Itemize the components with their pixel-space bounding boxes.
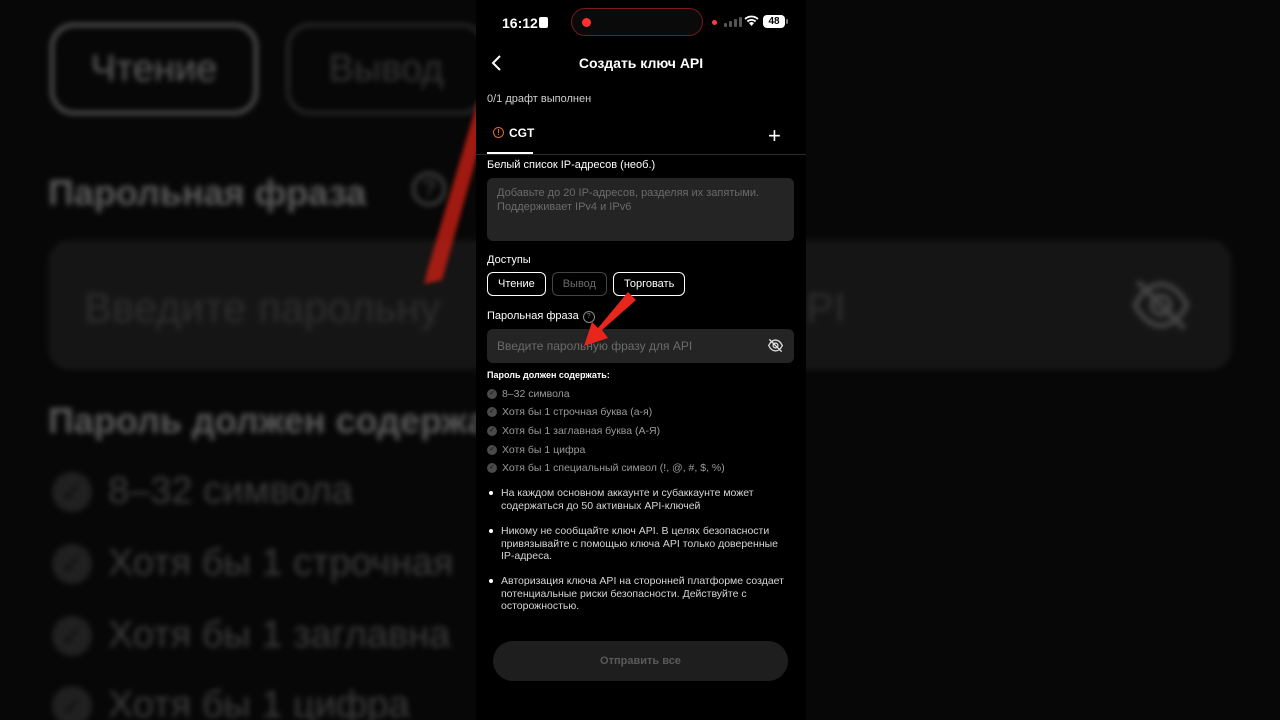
requirement-item: ✓ 8–32 символа: [487, 388, 570, 400]
bg-withdraw-button: Вывод: [286, 23, 486, 115]
bg-req-item: Хотя бы 1 заглавна: [108, 614, 451, 656]
note-text: На каждом основном аккаунте и субаккаунт…: [501, 487, 754, 512]
bg-help-icon: ?: [412, 172, 446, 206]
page-title: Создать ключ API: [578, 55, 704, 71]
note-item: Никому не сообщайте ключ API. В целях бе…: [487, 525, 792, 563]
status-bar: 16:12 48: [476, 0, 806, 46]
permission-trade-button[interactable]: Торговать: [612, 272, 686, 296]
battery-icon: 48: [763, 15, 788, 28]
draft-status: 0/1 драфт выполнен: [487, 93, 592, 105]
privacy-dot-icon: [712, 20, 717, 25]
bg-req-item: Хотя бы 1 цифра: [108, 684, 410, 720]
check-icon: ✓: [487, 463, 497, 473]
bg-req-title: Пароль должен содержат: [48, 400, 506, 441]
note-text: Авторизация ключа API на сторонней платф…: [501, 575, 784, 612]
requirement-text: Хотя бы 1 строчная буква (а-я): [502, 406, 653, 418]
requirement-item: ✓ Хотя бы 1 заглавная буква (А-Я): [487, 425, 660, 437]
permissions-label: Доступы: [487, 254, 531, 266]
bg-check-icon: ✓: [52, 544, 92, 584]
bg-check-icon: ✓: [52, 616, 92, 656]
bg-eye-off-icon: [1132, 279, 1190, 331]
check-icon: ✓: [487, 426, 497, 436]
bg-req-item: 8–32 символа: [108, 470, 353, 512]
check-icon: ✓: [487, 389, 497, 399]
bg-req-item: Хотя бы 1 строчная: [108, 542, 454, 584]
bg-passphrase-title: Парольная фраза: [48, 172, 367, 213]
submit-all-button[interactable]: Отправить все: [493, 641, 788, 681]
passphrase-input[interactable]: Введите парольную фразу для API: [487, 329, 794, 363]
requirements-title: Пароль должен содержать:: [487, 370, 610, 380]
dynamic-island: [571, 8, 703, 36]
permission-read-button[interactable]: Чтение: [487, 272, 546, 296]
wifi-icon: [744, 15, 759, 26]
tab-divider: [476, 154, 806, 155]
permissions-group: Чтение Вывод Торговать: [487, 272, 686, 296]
passphrase-label-row: Парольная фраза?: [487, 310, 595, 323]
requirement-text: Хотя бы 1 заглавная буква (А-Я): [502, 425, 661, 437]
eye-off-icon[interactable]: [767, 338, 784, 353]
bg-passphrase-placeholder: Введите парольну: [84, 284, 441, 331]
whitelist-label: Белый список IP-адресов (необ.): [487, 159, 656, 171]
bg-read-button: Чтение: [50, 23, 258, 115]
check-icon: ✓: [487, 407, 497, 417]
add-tab-icon[interactable]: +: [768, 124, 781, 148]
whitelist-placeholder-line2: Поддерживает IPv4 и IPv6: [497, 201, 632, 213]
bg-check-icon: ✓: [52, 472, 92, 512]
requirement-item: ✓ Хотя бы 1 цифра: [487, 444, 585, 456]
requirement-item: ✓ Хотя бы 1 строчная буква (а-я): [487, 406, 652, 418]
note-item: Авторизация ключа API на сторонней платф…: [487, 575, 792, 613]
bg-check-icon: ✓: [52, 686, 92, 720]
phone-screen: 16:12 48 Создать ключ API 0/1 драфт выпо…: [476, 0, 806, 720]
passphrase-placeholder: Введите парольную фразу для API: [497, 339, 693, 353]
status-time: 16:12: [502, 15, 538, 31]
check-icon: ✓: [487, 445, 497, 455]
permission-withdraw-button[interactable]: Вывод: [551, 272, 607, 296]
note-item: На каждом основном аккаунте и субаккаунт…: [487, 487, 792, 512]
sim-icon: [539, 17, 548, 28]
help-icon[interactable]: ?: [582, 311, 595, 323]
tab-label: CGT: [509, 126, 535, 140]
requirement-text: 8–32 символа: [502, 388, 570, 400]
bg-passphrase-placeholder-tail: PI: [806, 284, 846, 331]
warning-icon: !: [493, 127, 504, 138]
passphrase-label: Парольная фраза: [487, 310, 579, 322]
whitelist-placeholder-line1: Добавьте до 20 IP-адресов, разделяя их з…: [497, 187, 760, 199]
recording-icon: [582, 18, 591, 27]
requirement-text: Хотя бы 1 цифра: [502, 444, 586, 456]
requirement-item: ✓ Хотя бы 1 специальный символ (!, @, #, …: [487, 462, 725, 474]
signal-icon: [724, 17, 742, 27]
tab-cgt[interactable]: ! CGT: [487, 126, 540, 154]
ip-whitelist-input[interactable]: Добавьте до 20 IP-адресов, разделяя их з…: [487, 178, 794, 241]
note-text: Никому не сообщайте ключ API. В целях бе…: [501, 525, 779, 562]
requirement-text: Хотя бы 1 специальный символ (!, @, #, $…: [502, 462, 725, 474]
